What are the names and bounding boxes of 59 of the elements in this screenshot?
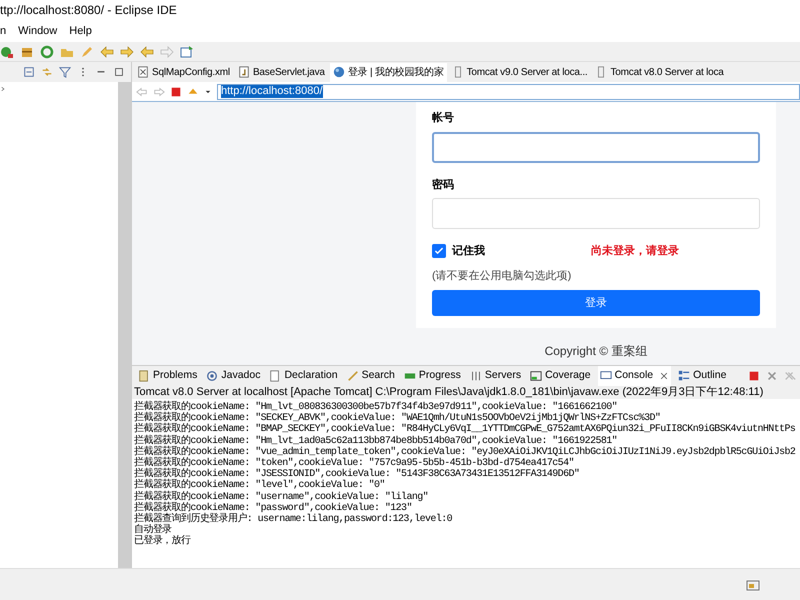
- remember-checkbox[interactable]: [432, 244, 446, 258]
- panel-tab[interactable]: Search: [344, 366, 397, 386]
- panel-tab[interactable]: Problems: [136, 366, 200, 386]
- console-line: 拦截器查询到历史登录用户: username:lilang,password:123,level:0: [134, 514, 454, 526]
- url-field[interactable]: http://localhost:8080/: [217, 84, 800, 100]
- status-message: 尚未登录，请登录: [591, 244, 679, 259]
- status-icon[interactable]: [746, 578, 760, 592]
- hint-text: (请不要在公用电脑勾选此项): [432, 268, 572, 284]
- editor-tab[interactable]: Tomcat v9.0 Server at loca...: [448, 62, 590, 82]
- console-line: 拦截器获取的cookieName: "BMAP_SECKEY",cookieValue: "R84HyCLy6VqI__1YTTDmCGPwE_G752amtAX6PQiun32i_PFuII8CKn9iGBSK4viutnHNttPs: [134, 424, 796, 436]
- back-icon[interactable]: [136, 86, 148, 98]
- xml-file-icon: [137, 66, 149, 78]
- check-icon: [434, 246, 444, 256]
- console-line: 拦截器获取的cookieName: "Hm_lvt_080836300300be57b7f34f4b3e97d911",cookieValue: "1661662100": [134, 402, 618, 413]
- arrow-left-icon[interactable]: [140, 44, 154, 58]
- login-button[interactable]: 登录: [432, 290, 760, 316]
- console-line: 已登录，放行: [134, 536, 192, 548]
- window-title: ttp://localhost:8080/ - Eclipse IDE: [0, 0, 800, 20]
- remember-label: 记住我: [452, 244, 485, 259]
- editor-tab[interactable]: SqlMapConfig.xml: [134, 62, 233, 82]
- forward-icon[interactable]: [153, 86, 165, 98]
- panel-tab[interactable]: Javadoc: [204, 366, 262, 386]
- panel-tab[interactable]: Console: [598, 366, 672, 386]
- editor-tab[interactable]: BaseServlet.java: [234, 62, 328, 82]
- account-label: 帐号: [432, 110, 455, 126]
- panel-tab[interactable]: Progress: [402, 366, 463, 386]
- account-field[interactable]: [432, 132, 760, 162]
- console-line: 拦截器获取的cookieName: "username",cookieValue: "lilang": [134, 492, 430, 503]
- panel-tab[interactable]: Outline: [676, 366, 728, 386]
- panel-tab[interactable]: Servers: [468, 366, 524, 386]
- stop-icon[interactable]: [170, 86, 182, 98]
- arrow-left-icon[interactable]: [100, 44, 114, 58]
- console-line: 拦截器获取的cookieName: "vue_admin_template_token",cookieValue: "eyJ0eXAiOiJKV1QiLCJhbGciOiJIUzI1NiJ9.eyJsb2dpblR5cGUiOiJsb2: [134, 446, 796, 458]
- filter-icon[interactable]: [59, 66, 71, 78]
- editor-tab[interactable]: 登录 | 我的校园我的家: [330, 62, 447, 82]
- editor-tab[interactable]: Tomcat v8.0 Server at loca: [592, 62, 727, 82]
- password-label: 密码: [432, 178, 455, 192]
- arrow-right-icon[interactable]: [120, 44, 134, 58]
- close-icon[interactable]: [659, 371, 670, 381]
- globe-icon: [332, 66, 345, 78]
- stop-icon[interactable]: [748, 370, 760, 382]
- menu-item[interactable]: n: [0, 22, 6, 40]
- window-icon[interactable]: [180, 44, 194, 58]
- panel-tab[interactable]: Declaration: [267, 366, 340, 386]
- scrollbar[interactable]: [118, 82, 131, 568]
- remove-icon[interactable]: [766, 370, 778, 382]
- console-line: 拦截器获取的cookieName: "password",cookieValue: "123": [134, 502, 412, 514]
- menu-item[interactable]: Help: [69, 22, 92, 40]
- console-line: 自动登录: [134, 525, 172, 536]
- panel-tab[interactable]: Coverage: [528, 366, 593, 386]
- console-line: 拦截器获取的cookieName: "Hm_lvt_1ad0a5c62a113bb874be8bb514b0a70d",cookieValue: "1661922581": [134, 436, 618, 447]
- collapse-icon[interactable]: [23, 66, 35, 78]
- console-line: 拦截器获取的cookieName: "level",cookieValue: "0": [134, 480, 386, 492]
- menu-item[interactable]: Window: [18, 22, 58, 40]
- copyright-text: Copyright © 重案组: [544, 343, 648, 360]
- password-field[interactable]: [432, 198, 760, 229]
- console-description: Tomcat v8.0 Server at localhost [Apache Tomcat] C:\Program Files\Java\jdk1.8.0_181\bin\javaw.exe (2022年9月3日下午12:48:11): [132, 386, 800, 399]
- java-file-icon: [238, 66, 250, 78]
- maximize-icon[interactable]: [113, 66, 125, 78]
